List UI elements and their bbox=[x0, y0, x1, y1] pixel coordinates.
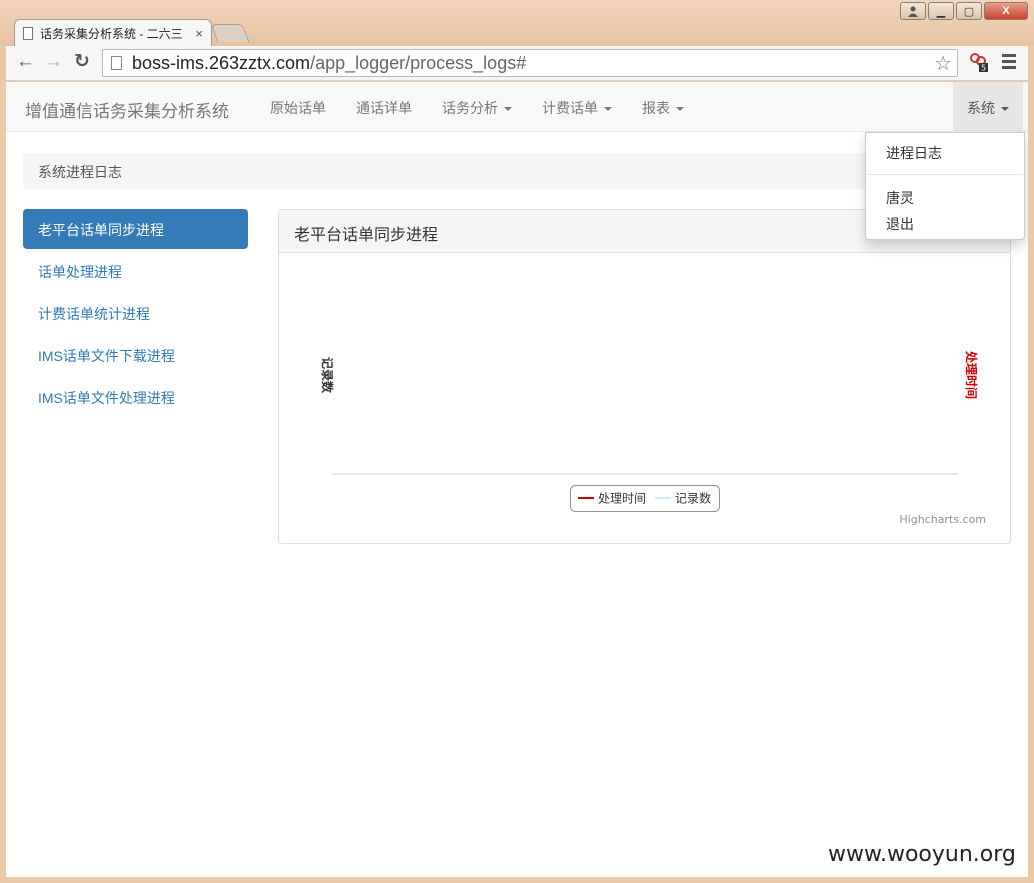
chart-credits[interactable]: Highcharts.com bbox=[899, 513, 986, 526]
watermark-text: www.wooyun.org bbox=[828, 842, 1016, 867]
dropdown-item-username[interactable]: 唐灵 bbox=[886, 188, 914, 208]
dropdown-item-process-log[interactable]: 进程日志 bbox=[886, 143, 942, 163]
sidebar-item-old-platform-sync[interactable]: 老平台话单同步进程 bbox=[23, 209, 248, 249]
window-titlebar: 话务采集分析系统 - 二六三 × ▁ ▢ X bbox=[0, 0, 1034, 46]
chart: 记录数 处理时间 处理时间 记录数 Highcharts.com bbox=[320, 350, 986, 526]
chart-legend[interactable]: 处理时间 记录数 bbox=[570, 485, 720, 512]
legend-item-record-count[interactable]: 记录数 bbox=[675, 491, 711, 506]
y-axis-right-label: 处理时间 bbox=[964, 350, 979, 399]
dropdown-divider bbox=[867, 174, 1023, 175]
sidebar-nav: 老平台话单同步进程 话单处理进程 计费话单统计进程 IMS话单文件下载进程 IM… bbox=[23, 209, 248, 419]
url-host: boss-ims.263zztx.com bbox=[132, 52, 311, 73]
window-controls: ▁ ▢ X bbox=[900, 2, 1028, 20]
chart-panel: 老平台话单同步进程 记录数 处理时间 处理时间 记录数 Highcharts.c… bbox=[278, 209, 1011, 544]
forward-arrow-icon[interactable]: → bbox=[44, 52, 63, 72]
nav-item-billing-cdr[interactable]: 计费话单 bbox=[542, 98, 612, 118]
bookmark-star-icon[interactable]: ☆ bbox=[934, 51, 952, 76]
caret-down-icon bbox=[1001, 107, 1009, 112]
y-axis-left-label: 记录数 bbox=[320, 357, 335, 394]
sidebar-item-billing-stats[interactable]: 计费话单统计进程 bbox=[23, 293, 248, 333]
sidebar-item-cdr-processing[interactable]: 话单处理进程 bbox=[23, 251, 248, 291]
reload-icon[interactable]: ↻ bbox=[74, 52, 90, 72]
url-path: /app_logger/process_logs# bbox=[310, 52, 527, 73]
nav-item-traffic-analysis[interactable]: 话务分析 bbox=[442, 98, 512, 118]
nav-item-reports[interactable]: 报表 bbox=[642, 98, 684, 118]
brand-title[interactable]: 增值通信话务采集分析系统 bbox=[25, 97, 229, 122]
extension-badge: 5 bbox=[981, 64, 986, 73]
new-tab-button[interactable] bbox=[210, 24, 250, 42]
caret-down-icon bbox=[504, 107, 512, 112]
tab-close-icon[interactable]: × bbox=[195, 26, 203, 41]
address-bar[interactable]: boss-ims.263zztx.com /app_logger/process… bbox=[102, 49, 958, 77]
caret-down-icon bbox=[676, 107, 684, 112]
maximize-button[interactable]: ▢ bbox=[956, 2, 982, 20]
nav-item-raw-cdr[interactable]: 原始话单 bbox=[270, 98, 326, 118]
nav-item-system[interactable]: 系统 bbox=[953, 82, 1023, 132]
close-window-button[interactable]: X bbox=[984, 2, 1028, 20]
caret-down-icon bbox=[604, 107, 612, 112]
browser-tab[interactable]: 话务采集分析系统 - 二六三 × bbox=[14, 19, 212, 46]
page-content: 增值通信话务采集分析系统 原始话单 通话详单 话务分析 计费话单 报表 系统 系… bbox=[6, 82, 1028, 877]
extension-icon[interactable]: 5 bbox=[968, 52, 988, 72]
minimize-button[interactable]: ▁ bbox=[928, 2, 954, 20]
system-dropdown-menu: 进程日志 唐灵 退出 bbox=[865, 132, 1025, 240]
legend-item-processing-time[interactable]: 处理时间 bbox=[598, 492, 646, 506]
tab-title: 话务采集分析系统 - 二六三 bbox=[40, 26, 183, 41]
nav-item-call-detail[interactable]: 通话详单 bbox=[356, 98, 412, 118]
top-navbar: 增值通信话务采集分析系统 原始话单 通话详单 话务分析 计费话单 报表 系统 bbox=[6, 82, 1028, 132]
sidebar-item-ims-download[interactable]: IMS话单文件下载进程 bbox=[23, 335, 248, 375]
browser-menu-icon[interactable] bbox=[1002, 54, 1016, 72]
dropdown-item-logout[interactable]: 退出 bbox=[886, 214, 914, 234]
document-icon bbox=[23, 26, 33, 40]
back-arrow-icon[interactable]: ← bbox=[16, 52, 35, 72]
sidebar-item-ims-processing[interactable]: IMS话单文件处理进程 bbox=[23, 377, 248, 417]
page-icon bbox=[111, 56, 122, 70]
user-profile-icon[interactable] bbox=[900, 2, 926, 20]
breadcrumb: 系统进程日志 bbox=[23, 153, 893, 189]
browser-toolbar: ← → ↻ boss-ims.263zztx.com /app_logger/p… bbox=[6, 46, 1028, 81]
